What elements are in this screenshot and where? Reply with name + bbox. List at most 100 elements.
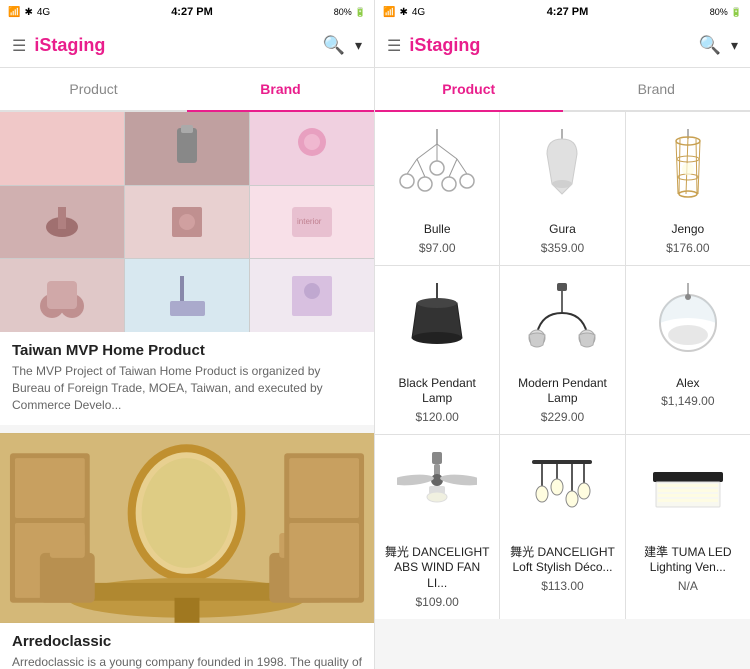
- right-search-icon[interactable]: 🔍: [699, 35, 721, 56]
- left-search-icon[interactable]: 🔍: [323, 35, 345, 56]
- left-panel: 📶 ✱ 4G 4:27 PM 80% 🔋 ☰ iStaging 🔍 ▾ Prod…: [0, 0, 375, 669]
- left-status-bar: 📶 ✱ 4G 4:27 PM 80% 🔋: [0, 0, 374, 24]
- left-header-right: 🔍 ▾: [323, 35, 362, 56]
- mosaic-cell-8: [125, 259, 249, 332]
- right-time: 4:27 PM: [547, 6, 589, 18]
- left-app-header: ☰ iStaging 🔍 ▾: [0, 24, 374, 68]
- arredo-brand-name: Arredoclassic: [12, 633, 362, 650]
- right-battery: 80%: [710, 7, 728, 17]
- right-tab-bar: Product Brand: [375, 68, 750, 112]
- left-tab-bar: Product Brand: [0, 68, 374, 112]
- right-bluetooth-icon: ✱: [399, 7, 407, 18]
- alex-image: [643, 278, 733, 368]
- gura-image: [517, 124, 607, 214]
- jengo-name: Jengo: [671, 222, 704, 238]
- product-card-bulle[interactable]: Bulle $97.00: [375, 112, 499, 265]
- taiwan-brand-desc: The MVP Project of Taiwan Home Product i…: [12, 363, 362, 413]
- dancelight-loft-name: 舞光 DANCELIGHT Loft Stylish Déco...: [508, 545, 616, 576]
- black-pendant-name: Black Pendant Lamp: [383, 376, 491, 407]
- right-content: Bulle $97.00 Gura $359.00: [375, 112, 750, 669]
- right-battery-icon: 🔋: [731, 7, 742, 18]
- jengo-price: $176.00: [666, 241, 709, 255]
- tuma-image: [643, 447, 733, 537]
- arredo-brand-desc: Arredoclassic is a young company founded…: [12, 654, 362, 669]
- left-tab-product[interactable]: Product: [0, 68, 187, 110]
- mosaic-cell-3: [250, 112, 374, 185]
- brand-list: interior Taiwan MVP Home Product The MVP…: [0, 112, 374, 669]
- mosaic-cell-1: [0, 112, 124, 185]
- mosaic-cell-7: [0, 259, 124, 332]
- right-tab-brand[interactable]: Brand: [563, 68, 750, 110]
- left-status-icons: 📶 ✱ 4G: [8, 7, 50, 18]
- modern-pendant-price: $229.00: [541, 410, 584, 424]
- taiwan-brand-name: Taiwan MVP Home Product: [12, 342, 362, 359]
- black-pendant-image: [392, 278, 482, 368]
- left-battery: 80%: [334, 7, 352, 17]
- dancelight-loft-price: $113.00: [541, 579, 584, 593]
- tuma-name: 建準 TUMA LED Lighting Ven...: [634, 545, 742, 576]
- modern-pendant-image: [517, 278, 607, 368]
- taiwan-brand-info: Taiwan MVP Home Product The MVP Project …: [0, 332, 374, 425]
- product-card-dancelight-fan[interactable]: 舞光 DANCELIGHT ABS WIND FAN LI... $109.00: [375, 435, 499, 619]
- svg-text:interior: interior: [297, 217, 322, 226]
- right-menu-icon[interactable]: ☰: [387, 36, 401, 56]
- right-tab-product[interactable]: Product: [375, 68, 563, 110]
- signal-icon: 4G: [37, 7, 50, 18]
- arredo-image: [0, 433, 374, 623]
- right-app-title: iStaging: [409, 35, 480, 56]
- mosaic-cell-9: [250, 259, 374, 332]
- product-grid: Bulle $97.00 Gura $359.00: [375, 112, 750, 619]
- left-app-title: iStaging: [34, 35, 105, 56]
- bulle-image: [392, 124, 482, 214]
- left-battery-icon: 🔋: [355, 7, 366, 18]
- brand-card-arredo[interactable]: Arredoclassic Arredoclassic is a young c…: [0, 433, 374, 669]
- product-card-alex[interactable]: Alex $1,149.00: [626, 266, 750, 434]
- mosaic-cell-4: [0, 186, 124, 259]
- modern-pendant-name: Modern Pendant Lamp: [508, 376, 616, 407]
- right-status-icons: 📶 ✱ 4G: [383, 7, 425, 18]
- dancelight-fan-price: $109.00: [415, 595, 458, 609]
- dancelight-fan-name: 舞光 DANCELIGHT ABS WIND FAN LI...: [383, 545, 491, 592]
- alex-name: Alex: [676, 376, 699, 392]
- product-card-tuma[interactable]: 建準 TUMA LED Lighting Ven... N/A: [626, 435, 750, 619]
- right-notification-icon: 📶: [383, 7, 395, 18]
- right-app-header: ☰ iStaging 🔍 ▾: [375, 24, 750, 68]
- product-card-dancelight-loft[interactable]: 舞光 DANCELIGHT Loft Stylish Déco... $113.…: [500, 435, 624, 619]
- black-pendant-price: $120.00: [415, 410, 458, 424]
- product-card-gura[interactable]: Gura $359.00: [500, 112, 624, 265]
- right-right-status: 80% 🔋: [710, 7, 742, 18]
- jengo-image: [643, 124, 733, 214]
- gura-name: Gura: [549, 222, 576, 238]
- product-card-modern-pendant[interactable]: Modern Pendant Lamp $229.00: [500, 266, 624, 434]
- right-chevron-icon[interactable]: ▾: [731, 37, 738, 54]
- left-right-status: 80% 🔋: [334, 7, 366, 18]
- right-signal-icon: 4G: [412, 7, 425, 18]
- arredo-brand-info: Arredoclassic Arredoclassic is a young c…: [0, 623, 374, 669]
- right-header-left: ☰ iStaging: [387, 35, 480, 56]
- left-chevron-icon[interactable]: ▾: [355, 37, 362, 54]
- dancelight-fan-image: [392, 447, 482, 537]
- mosaic-cell-6: interior: [250, 186, 374, 259]
- right-status-bar: 📶 ✱ 4G 4:27 PM 80% 🔋: [375, 0, 750, 24]
- product-card-jengo[interactable]: Jengo $176.00: [626, 112, 750, 265]
- bulle-name: Bulle: [424, 222, 451, 238]
- mosaic-cell-2: [125, 112, 249, 185]
- bulle-price: $97.00: [419, 241, 456, 255]
- left-header-left: ☰ iStaging: [12, 35, 105, 56]
- left-tab-brand[interactable]: Brand: [187, 68, 374, 110]
- left-menu-icon[interactable]: ☰: [12, 36, 26, 56]
- product-card-black-pendant[interactable]: Black Pendant Lamp $120.00: [375, 266, 499, 434]
- left-content: interior Taiwan MVP Home Product The MVP…: [0, 112, 374, 669]
- right-header-right: 🔍 ▾: [699, 35, 738, 56]
- alex-price: $1,149.00: [661, 394, 714, 408]
- bluetooth-icon: ✱: [24, 7, 32, 18]
- left-time: 4:27 PM: [171, 6, 213, 18]
- right-panel: 📶 ✱ 4G 4:27 PM 80% 🔋 ☰ iStaging 🔍 ▾ Prod…: [375, 0, 750, 669]
- taiwan-image-grid: interior: [0, 112, 374, 332]
- tuma-price: N/A: [678, 579, 698, 593]
- dancelight-loft-image: [517, 447, 607, 537]
- mosaic-cell-5: [125, 186, 249, 259]
- brand-card-taiwan[interactable]: interior Taiwan MVP Home Product The MVP…: [0, 112, 374, 425]
- gura-price: $359.00: [541, 241, 584, 255]
- notification-icon: 📶: [8, 7, 20, 18]
